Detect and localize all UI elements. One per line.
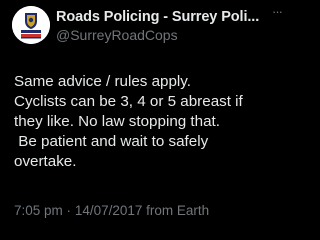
tweet-source: from Earth — [146, 203, 210, 218]
tweet-metadata: 7:05 pm · 14/07/2017 from Earth — [14, 203, 209, 218]
more-options-button[interactable]: ··· — [267, 5, 287, 19]
tweet-text-line: Cyclists can be 3, 4 or 5 abreast if — [14, 93, 243, 110]
author-name-row: Roads Policing - Surrey Poli... — [56, 8, 261, 26]
author-display-name[interactable]: Roads Policing - Surrey Poli... — [56, 9, 259, 25]
tweet-text-line: overtake. — [14, 153, 77, 170]
author-handle[interactable]: @SurreyRoadCops — [56, 27, 178, 43]
more-dots-icon: ··· — [272, 4, 283, 19]
surrey-police-crest-icon — [12, 6, 50, 44]
tweet-text-line: Be patient and wait to safely — [14, 133, 209, 150]
tweet-text: Same advice / rules apply. Cyclists can … — [14, 72, 288, 172]
tweet-text-line: Same advice / rules apply. — [14, 73, 191, 90]
tweet-time[interactable]: 7:05 pm — [14, 203, 63, 218]
tweet-card: Roads Policing - Surrey Poli... @SurreyR… — [0, 0, 292, 240]
avatar[interactable] — [12, 6, 50, 44]
tweet-date[interactable]: 14/07/2017 — [75, 203, 143, 218]
meta-separator: · — [66, 203, 72, 218]
tweet-text-line: they like. No law stopping that. — [14, 113, 220, 130]
